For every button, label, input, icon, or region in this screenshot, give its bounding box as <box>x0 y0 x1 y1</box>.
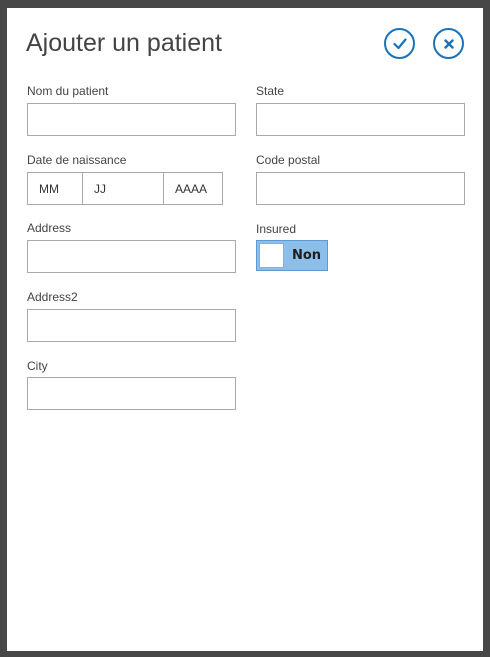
confirm-button[interactable] <box>384 28 415 59</box>
birth-month-input[interactable] <box>28 173 83 204</box>
insured-toggle[interactable]: Non <box>256 240 328 271</box>
birth-day-input[interactable] <box>83 173 164 204</box>
postal-code-label: Code postal <box>256 153 321 167</box>
state-input[interactable] <box>256 103 465 136</box>
birth-date-label: Date de naissance <box>27 153 127 167</box>
checkmark-icon <box>392 37 407 49</box>
dialog-title: Ajouter un patient <box>26 29 222 57</box>
address-input[interactable] <box>27 240 236 273</box>
state-label: State <box>256 84 285 98</box>
birth-date-field <box>27 172 223 205</box>
address-label: Address <box>27 221 72 235</box>
insured-label: Insured <box>256 222 297 236</box>
birth-year-input[interactable] <box>164 173 222 204</box>
add-patient-dialog: Ajouter un patient Nom du patient Date d… <box>7 8 483 651</box>
city-label: City <box>27 359 48 373</box>
postal-code-input[interactable] <box>256 172 465 205</box>
address2-label: Address2 <box>27 290 78 304</box>
toggle-knob <box>259 243 284 268</box>
city-input[interactable] <box>27 377 236 410</box>
insured-toggle-state: Non <box>292 248 322 263</box>
patient-name-label: Nom du patient <box>27 84 109 98</box>
close-button[interactable] <box>433 28 464 59</box>
close-icon <box>443 38 454 49</box>
address2-input[interactable] <box>27 309 236 342</box>
patient-name-input[interactable] <box>27 103 236 136</box>
